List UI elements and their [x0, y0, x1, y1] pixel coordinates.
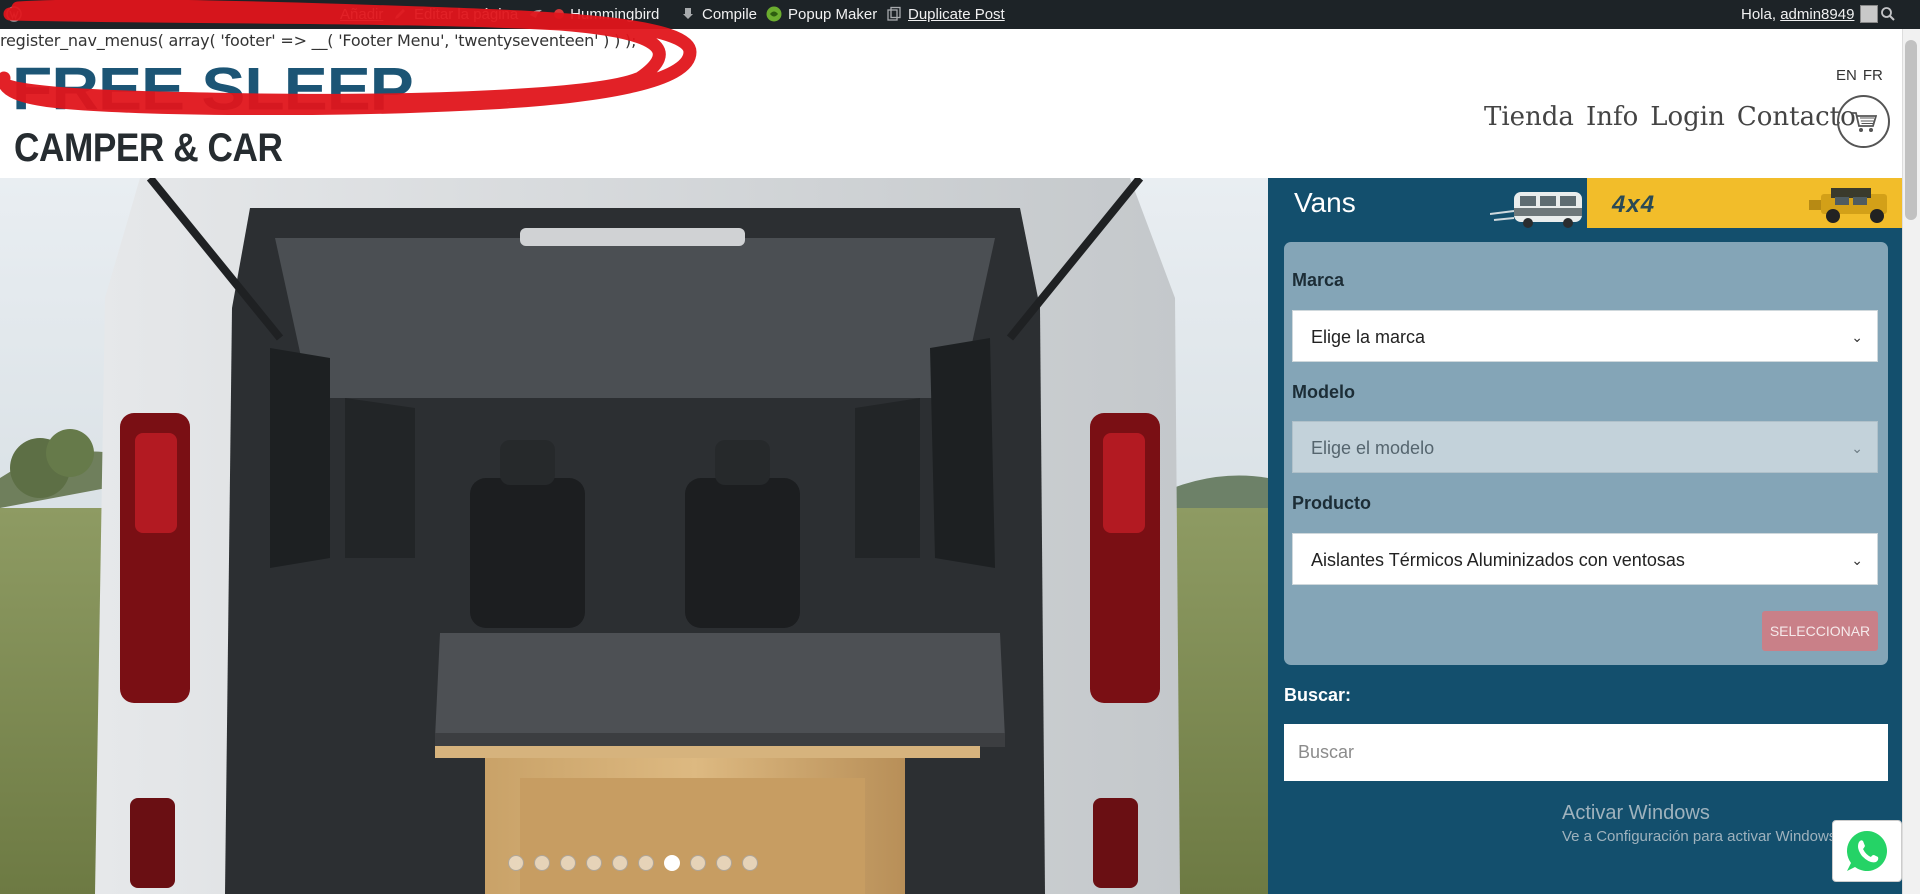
add-new-link[interactable]: Añadir	[340, 0, 383, 29]
avatar	[1860, 5, 1879, 23]
slider-dot[interactable]	[612, 855, 628, 871]
cart-button[interactable]	[1837, 95, 1890, 148]
nav-info[interactable]: Info	[1586, 102, 1638, 132]
wordpress-logo-icon[interactable]	[6, 0, 28, 29]
wp-admin-bar: Añadir Editar la página Hummingbird Comp…	[0, 0, 1920, 29]
jeep-icon	[1809, 188, 1887, 223]
windows-activation-title: Activar Windows	[1562, 802, 1710, 824]
whatsapp-icon	[1847, 831, 1887, 871]
slider-dot[interactable]	[560, 855, 576, 871]
hero-slider-image[interactable]	[0, 178, 1268, 894]
producto-label: Producto	[1292, 493, 1371, 513]
chevron-down-icon: ⌄	[1851, 552, 1863, 568]
popup-maker-icon	[766, 6, 782, 22]
duplicate-icon	[887, 6, 901, 21]
lang-fr[interactable]: FR	[1863, 67, 1883, 84]
logo-free-sleep[interactable]: FREE SLEEP	[12, 58, 414, 119]
windows-activation-subtitle: Ve a Configuración para activar Windows.	[1562, 828, 1841, 845]
seleccionar-button[interactable]: SELECCIONAR	[1762, 611, 1878, 651]
hummingbird-link[interactable]: Hummingbird	[528, 0, 659, 29]
pencil-icon	[395, 9, 405, 19]
hummingbird-icon	[530, 9, 542, 18]
producto-select[interactable]: Aislantes Térmicos Aluminizados con vent…	[1292, 533, 1878, 585]
account-menu[interactable]: Hola, admin8949	[1741, 0, 1879, 29]
search-label: Buscar:	[1284, 685, 1352, 705]
marca-label: Marca	[1292, 270, 1345, 290]
slider-dot[interactable]	[638, 855, 654, 871]
main-nav: Tienda Info Login Contacto	[1484, 102, 1868, 132]
chevron-down-icon: ⌄	[1851, 329, 1863, 345]
slider-dot[interactable]	[586, 855, 602, 871]
van-icon	[1490, 192, 1582, 228]
slider-dot[interactable]	[534, 855, 550, 871]
logo-camper-car[interactable]: CAMPER & CAR	[14, 128, 283, 168]
code-snippet: register_nav_menus( array( 'footer' => _…	[0, 31, 637, 50]
whatsapp-button[interactable]	[1832, 820, 1902, 882]
tab-4x4-label: 4x4	[1612, 191, 1656, 218]
tab-vans-label: Vans	[1294, 187, 1356, 218]
van-interior-illustration	[0, 178, 1268, 894]
slider-dot[interactable]	[508, 855, 524, 871]
chevron-down-icon: ⌄	[1851, 440, 1863, 456]
search-input[interactable]	[1284, 724, 1888, 781]
popup-maker-link[interactable]: Popup Maker	[766, 0, 877, 29]
slider-dot[interactable]	[716, 855, 732, 871]
marca-select[interactable]: Elige la marca ⌄	[1292, 310, 1878, 362]
modelo-label: Modelo	[1292, 382, 1355, 402]
status-dot-icon	[554, 9, 565, 19]
slider-dot[interactable]	[664, 855, 680, 871]
search-icon[interactable]	[1880, 0, 1902, 29]
scrollbar-thumb[interactable]	[1905, 40, 1917, 220]
nav-tienda[interactable]: Tienda	[1484, 102, 1574, 132]
modelo-select[interactable]: Elige el modelo ⌄	[1292, 421, 1878, 473]
compile-link[interactable]: Compile	[680, 0, 757, 29]
lang-en[interactable]: EN	[1836, 67, 1857, 84]
language-switcher: EN FR	[1836, 67, 1889, 84]
nav-login[interactable]: Login	[1650, 102, 1725, 132]
duplicate-post-link[interactable]: Duplicate Post	[886, 0, 1005, 29]
slider-dots	[508, 855, 758, 871]
slider-dot[interactable]	[742, 855, 758, 871]
slider-dot[interactable]	[690, 855, 706, 871]
download-icon	[683, 8, 693, 19]
shopping-cart-icon	[1851, 111, 1877, 132]
edit-page-link[interactable]: Editar la página	[392, 0, 518, 29]
